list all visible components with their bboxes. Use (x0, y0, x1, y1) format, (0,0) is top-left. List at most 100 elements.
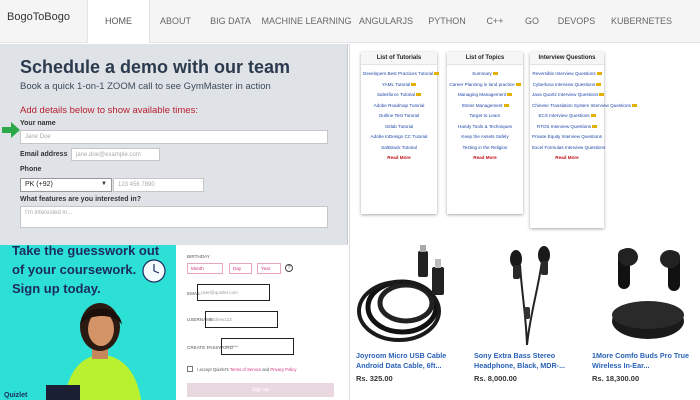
nav-item-big-data[interactable]: BIG DATA (201, 0, 260, 43)
card-link[interactable]: Adobe Roadmap Tutorial (363, 101, 435, 112)
card-link-text: Target to Learn (469, 113, 501, 118)
card-link[interactable]: Handy Tools & Techniques (449, 122, 521, 133)
arrow-right-icon (2, 122, 20, 138)
new-badge-icon (592, 124, 598, 128)
card-link[interactable]: Managing Management (449, 90, 521, 101)
product-name[interactable]: 1More Comfo Buds Pro True Wireless In-Ea… (592, 351, 700, 371)
name-input[interactable]: Jane Doe (20, 130, 328, 144)
terms-prefix: I accept Quizlet's (197, 367, 229, 372)
new-badge-icon (590, 114, 596, 118)
read-more-link[interactable]: Read More (449, 153, 521, 163)
tutorial-lists: List of Tutorials Developers Best Practi… (349, 44, 700, 245)
card-link[interactable]: Java Quartz Interview Questions (532, 90, 605, 101)
card-link[interactable]: YAML Tutorial (363, 80, 435, 91)
new-badge-icon (515, 82, 521, 86)
country-code-select[interactable]: PK (+92) ▼ (20, 178, 112, 192)
terms-checkbox[interactable] (187, 366, 193, 372)
card-link[interactable]: Target to Learn (449, 111, 521, 122)
card-link[interactable]: Private Equity Interview Questions (532, 132, 602, 143)
card-link-text: Keep the Assets Safely (461, 134, 509, 139)
card-link-text: Java Quartz Interview Questions (532, 92, 599, 97)
email-input[interactable]: jane.doe@example.com (71, 148, 160, 161)
card-link-text: SaltStack Tutorial (381, 144, 417, 150)
new-badge-icon (411, 82, 417, 86)
month-select[interactable]: Month (187, 263, 223, 274)
product-price: Rs. 8,000.00 (474, 374, 517, 383)
card-link[interactable]: Chinese Translation System Interview Que… (532, 101, 637, 112)
year-select[interactable]: Year (257, 263, 281, 274)
card-title: List of Tutorials (361, 52, 437, 65)
terms-link[interactable]: Terms of Service (230, 367, 261, 372)
card-link[interactable]: Testing in the Religion (449, 143, 521, 154)
card-title: List of Topics (447, 52, 523, 65)
card-link[interactable]: SaltStack Tutorial (363, 143, 435, 154)
nav-item-devops[interactable]: DEVOPS (549, 0, 604, 43)
card-link[interactable]: Career Planning in land practice (449, 80, 521, 91)
card-link-text: Handy Tools & Techniques (458, 123, 512, 129)
signup-form: BIRTHDAY Month Day Year ? EMAIL user@qui… (176, 245, 348, 400)
signup-email-input[interactable]: user@quizlet.com (197, 284, 270, 301)
card-link[interactable]: Adobe InDesign CC Tutorial (363, 132, 435, 143)
card-link-text: Testing in the Religion (462, 144, 508, 150)
card-link[interactable]: Reversible Interview Questions (532, 69, 602, 80)
card-link[interactable]: Outline Test Tutorial (363, 111, 435, 122)
top-navbar: BogoToBogo HOME ABOUT BIG DATA MACHINE LEAR… (0, 0, 700, 43)
privacy-link[interactable]: Privacy Policy (270, 367, 296, 372)
terms-mid: and (262, 367, 270, 372)
interest-textarea[interactable]: I'm interested in... (20, 206, 328, 228)
read-more-link[interactable]: Read More (363, 153, 435, 163)
card-links: Developers Best Practices Tutorial YAML T… (361, 65, 440, 167)
card-link-text: Chinese Translation System Interview Que… (532, 102, 631, 108)
day-select[interactable]: Day (229, 263, 252, 274)
nav-item-python[interactable]: PYTHON (419, 0, 475, 43)
nav-item-go[interactable]: GO (515, 0, 549, 43)
card-link[interactable]: Gitlab Tutorial (363, 122, 435, 133)
card-link[interactable]: Keep the Assets Safely (449, 132, 521, 143)
site-brand[interactable]: BogoToBogo (7, 11, 70, 23)
card-link-text: Outline Test Tutorial (378, 113, 420, 118)
nav-item-home[interactable]: HOME (87, 0, 150, 43)
password-input[interactable]: •••••••• (221, 338, 294, 355)
card-link-text: YAML Tutorial (381, 81, 411, 87)
student-photo (46, 303, 141, 400)
card-link[interactable]: Stress Management (449, 101, 521, 112)
new-badge-icon (507, 93, 513, 97)
card-link[interactable]: ECS Interview Questions (532, 111, 602, 122)
card-link[interactable]: Salesforce Tutorial (363, 90, 435, 101)
nav-item-about[interactable]: ABOUT (150, 0, 201, 43)
card-link[interactable]: Summary (449, 69, 521, 80)
username-input[interactable]: andrew123 (205, 311, 278, 328)
card-link-text: Adobe InDesign CC Tutorial (370, 134, 428, 139)
demo-add-details: Add details below to show available time… (20, 105, 198, 116)
product-card[interactable]: Sony Extra Bass Stereo Headphone, Black,… (468, 245, 586, 400)
demo-booking-ad: Schedule a demo with our team Book a qui… (0, 44, 348, 245)
nav-item-kubernetes[interactable]: KUBERNETES (604, 0, 679, 43)
card-link[interactable]: Excel Formulas Interview Questions (532, 143, 606, 154)
card-link-text: Gitlab Tutorial (384, 123, 414, 129)
product-name[interactable]: Sony Extra Bass Stereo Headphone, Black,… (474, 351, 586, 371)
nav-item-angularjs[interactable]: ANGULARJS (353, 0, 419, 43)
new-badge-icon (416, 93, 422, 97)
product-card[interactable]: 1More Comfo Buds Pro True Wireless In-Ea… (586, 245, 700, 400)
terms-text: I accept Quizlet's Terms of Service and … (197, 367, 296, 372)
card-link-text: Cyberluna Interview Questions (532, 81, 596, 87)
phone-input[interactable]: 123 456 7890 (113, 178, 204, 192)
card-link-text: ECS Interview Questions (538, 113, 590, 118)
card-link[interactable]: RTOS Interview Questions (532, 122, 602, 133)
quizlet-ad[interactable]: Take the guesswork out of your coursewor… (0, 245, 176, 400)
nav-item-machine-learning[interactable]: MACHINE LEARNING (260, 0, 353, 43)
card-link[interactable]: Cyberluna Interview Questions (532, 80, 602, 91)
alarm-clock-icon (142, 259, 166, 283)
usb-cable-image (357, 245, 444, 342)
country-code-value: PK (+92) (25, 181, 53, 188)
nav-item-c-[interactable]: C++ (475, 0, 515, 43)
signup-button[interactable]: Sign up (187, 383, 334, 397)
help-icon[interactable]: ? (285, 264, 293, 272)
tutorials-card: List of Tutorials Developers Best Practi… (361, 52, 440, 214)
product-card[interactable]: Joyroom Micro USB Cable Android Data Cab… (350, 245, 468, 400)
card-link[interactable]: Developers Best Practices Tutorial (363, 69, 440, 80)
card-link-text: Career Planning in land practice (449, 81, 515, 87)
read-more-link[interactable]: Read More (532, 153, 602, 163)
card-link-text: Excel Formulas Interview Questions (532, 144, 606, 150)
product-name[interactable]: Joyroom Micro USB Cable Android Data Cab… (356, 351, 468, 371)
